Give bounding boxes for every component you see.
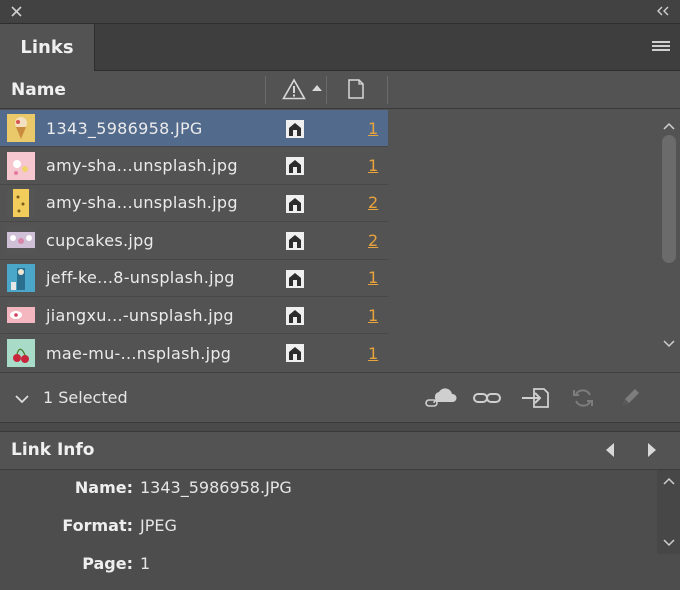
edit-original-icon[interactable] [613, 385, 647, 411]
page-link[interactable]: 1 [368, 156, 378, 175]
column-divider [387, 76, 388, 104]
scroll-up-icon[interactable] [662, 116, 676, 130]
selection-count: 1 Selected [43, 388, 128, 407]
chevron-down-icon[interactable] [14, 390, 30, 409]
thumbnail-yellow-pattern [7, 188, 35, 217]
tab-links[interactable]: Links [0, 24, 95, 71]
next-link-icon[interactable] [648, 443, 656, 457]
column-divider [265, 76, 266, 104]
link-info-panel: Name: 1343_5986958.JPG Format: JPEG Page: 1 [0, 470, 680, 590]
embedded-link-icon [285, 231, 305, 255]
scroll-up-icon[interactable] [662, 476, 676, 486]
panel-titlebar [0, 0, 680, 24]
link-row[interactable]: jiangxu...-unsplash.jpg 1 [0, 297, 388, 335]
page-link[interactable]: 2 [368, 231, 378, 250]
page-link[interactable]: 1 [368, 119, 378, 138]
thumbnail-pink-candy [7, 151, 35, 180]
panel-resize-divider[interactable] [0, 422, 680, 432]
link-filename: mae-mu-...nsplash.jpg [46, 343, 232, 363]
link-filename: 1343_5986958.JPG [46, 118, 203, 138]
update-link-icon[interactable] [566, 385, 600, 411]
info-label: Format: [62, 516, 133, 535]
link-row[interactable]: amy-sha...unsplash.jpg 2 [0, 185, 388, 223]
link-filename: amy-sha...unsplash.jpg [46, 193, 238, 213]
tab-bar: Links [0, 24, 680, 71]
embedded-link-icon [285, 269, 305, 293]
thumbnail-pink-heart [7, 301, 35, 330]
column-name[interactable]: Name [11, 80, 66, 100]
previous-link-icon[interactable] [606, 443, 614, 457]
link-row[interactable]: 1343_5986958.JPG 1 [0, 110, 388, 148]
link-filename: jiangxu...-unsplash.jpg [46, 305, 234, 325]
page-link[interactable]: 1 [368, 306, 378, 325]
column-header: Name [0, 71, 680, 109]
link-filename: cupcakes.jpg [46, 230, 155, 250]
link-row[interactable]: cupcakes.jpg 2 [0, 222, 388, 260]
column-divider [326, 76, 327, 104]
info-value: 1 [140, 554, 151, 573]
scrollbar-thumb[interactable] [662, 135, 676, 263]
info-label: Page: [82, 554, 133, 573]
go-to-link-icon[interactable] [518, 385, 552, 411]
embedded-link-icon [285, 343, 305, 367]
embedded-link-icon [285, 119, 305, 143]
link-filename: jeff-ke...8-unsplash.jpg [46, 268, 235, 288]
cc-libraries-relink-icon[interactable] [423, 385, 457, 411]
scroll-down-icon[interactable] [662, 334, 676, 348]
scroll-down-icon[interactable] [662, 538, 676, 548]
thumbnail-ice-cream [7, 114, 35, 143]
tab-label: Links [20, 37, 74, 58]
link-info-title: Link Info [11, 440, 95, 460]
embedded-link-icon [285, 156, 305, 180]
warning-status-icon[interactable] [282, 78, 306, 104]
links-list: 1343_5986958.JPG 1 amy-sha...unsplash.jp… [0, 110, 388, 372]
embedded-link-icon [285, 306, 305, 330]
close-icon[interactable] [8, 3, 24, 19]
thumbnail-cherries [7, 339, 35, 368]
info-label: Name: [74, 478, 133, 497]
page-link[interactable]: 2 [368, 193, 378, 212]
thumbnail-cupcakes [7, 226, 35, 255]
link-row[interactable]: amy-sha...unsplash.jpg 1 [0, 147, 388, 185]
page-link[interactable]: 1 [368, 344, 378, 363]
thumbnail-blue-photo [7, 263, 35, 292]
link-info-header[interactable]: Link Info [0, 432, 680, 470]
info-field-format: Format: JPEG [10, 516, 177, 535]
link-filename: amy-sha...unsplash.jpg [46, 156, 238, 176]
info-value: JPEG [140, 516, 177, 535]
link-row[interactable]: mae-mu-...nsplash.jpg 1 [0, 334, 388, 371]
info-value: 1343_5986958.JPG [140, 478, 292, 497]
info-scrollbar[interactable] [657, 470, 680, 554]
panel-menu-icon[interactable] [652, 41, 670, 55]
info-field-page: Page: 1 [10, 554, 150, 573]
embedded-link-icon [285, 194, 305, 218]
link-row[interactable]: jeff-ke...8-unsplash.jpg 1 [0, 260, 388, 297]
page-column-icon[interactable] [347, 79, 365, 103]
sort-ascending-icon[interactable] [312, 85, 322, 91]
info-field-name: Name: 1343_5986958.JPG [10, 478, 292, 497]
links-footer: 1 Selected [0, 372, 680, 422]
relink-icon[interactable] [470, 385, 504, 411]
page-link[interactable]: 1 [368, 268, 378, 287]
collapse-panel-icon[interactable] [654, 4, 672, 18]
links-scrollbar[interactable] [657, 110, 680, 348]
